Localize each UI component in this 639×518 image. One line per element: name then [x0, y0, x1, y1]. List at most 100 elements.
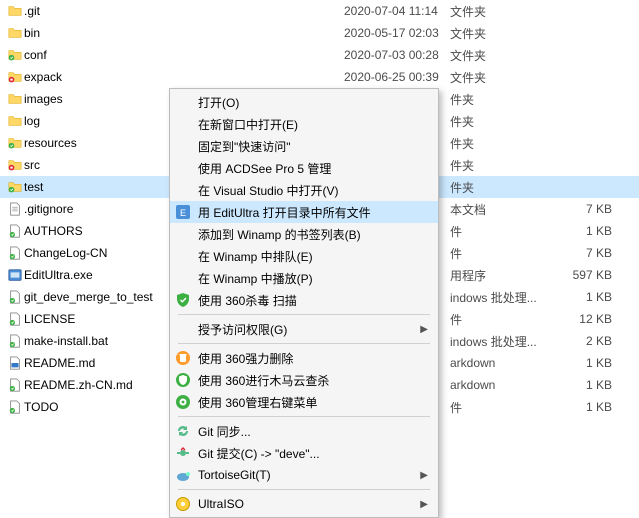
file-name: expack: [24, 70, 344, 84]
blank-icon: [174, 115, 192, 133]
file-green-icon: [6, 246, 24, 260]
file-date: 2020-07-03 00:28: [344, 48, 450, 62]
file-type: 用程序: [450, 267, 560, 284]
file-type: 文件夹: [450, 47, 560, 64]
file-green-icon: [6, 334, 24, 348]
menu-item[interactable]: 在 Winamp 中排队(E): [170, 245, 438, 267]
menu-item[interactable]: TortoiseGit(T)▶: [170, 464, 438, 486]
ultraiso-icon: [174, 495, 192, 513]
file-type: 件: [450, 399, 560, 416]
file-type: 本文档: [450, 201, 560, 218]
submenu-arrow-icon: ▶: [420, 499, 428, 510]
menu-item-label: 在 Winamp 中排队(E): [198, 248, 428, 265]
menu-item[interactable]: 在 Visual Studio 中打开(V): [170, 179, 438, 201]
menu-item-label: 固定到"快速访问": [198, 138, 428, 155]
blank-icon: [174, 320, 192, 338]
file-type: 件: [450, 223, 560, 240]
menu-separator: [178, 489, 430, 490]
file-type: 文件夹: [450, 3, 560, 20]
md-icon: [6, 356, 24, 370]
git-commit-icon: [174, 444, 192, 462]
menu-item-label: 使用 360杀毒 扫描: [198, 292, 428, 309]
exe-icon: [6, 268, 24, 282]
menu-item[interactable]: UltraISO ▶: [170, 493, 438, 515]
file-type: arkdown: [450, 356, 560, 370]
folder-red-icon: [6, 70, 24, 84]
menu-item[interactable]: 在新窗口中打开(E): [170, 113, 438, 135]
menu-item-label: 使用 ACDSee Pro 5 管理: [198, 160, 428, 177]
file-type: 件夹: [450, 91, 560, 108]
file-size: 1 KB: [560, 290, 620, 304]
file-date: 2020-07-04 11:14: [344, 4, 450, 18]
shield-360-icon: [174, 371, 192, 389]
file-green-icon: [6, 400, 24, 414]
file-type: 件夹: [450, 113, 560, 130]
svg-text:E: E: [180, 208, 186, 218]
menu-item[interactable]: 使用 360强力删除: [170, 347, 438, 369]
blank-icon: [174, 247, 192, 265]
submenu-arrow-icon: ▶: [420, 324, 428, 335]
file-text-icon: [6, 202, 24, 216]
file-name: bin: [24, 26, 344, 40]
menu-item-label: 使用 360强力删除: [198, 350, 428, 367]
file-green-icon: [6, 312, 24, 326]
menu-item-label: 使用 360进行木马云查杀: [198, 372, 428, 389]
menu-item-label: UltraISO: [198, 497, 414, 511]
menu-separator: [178, 314, 430, 315]
blank-icon: [174, 225, 192, 243]
file-name: conf: [24, 48, 344, 62]
git-sync-icon: [174, 422, 192, 440]
file-row[interactable]: .git2020-07-04 11:14文件夹: [0, 0, 639, 22]
file-green-icon: [6, 290, 24, 304]
file-size: 597 KB: [560, 268, 620, 282]
file-green-icon: [6, 378, 24, 392]
menu-item[interactable]: 固定到"快速访问": [170, 135, 438, 157]
file-date: 2020-06-25 00:39: [344, 70, 450, 84]
file-row[interactable]: conf2020-07-03 00:28文件夹: [0, 44, 639, 66]
menu-item-label: 添加到 Winamp 的书签列表(B): [198, 226, 428, 243]
file-size: 2 KB: [560, 334, 620, 348]
file-size: 7 KB: [560, 202, 620, 216]
menu-item[interactable]: 添加到 Winamp 的书签列表(B): [170, 223, 438, 245]
menu-item[interactable]: 使用 360管理右键菜单: [170, 391, 438, 413]
file-size: 1 KB: [560, 356, 620, 370]
menu-item[interactable]: Git 提交(C) -> "deve"...: [170, 442, 438, 464]
gear-360-icon: [174, 393, 192, 411]
file-size: 12 KB: [560, 312, 620, 326]
blank-icon: [174, 269, 192, 287]
file-green-icon: [6, 224, 24, 238]
file-size: 1 KB: [560, 400, 620, 414]
blank-icon: [174, 137, 192, 155]
file-type: 文件夹: [450, 69, 560, 86]
file-type: indows 批处理...: [450, 333, 560, 350]
file-type: 件夹: [450, 135, 560, 152]
folder-green-icon: [6, 48, 24, 62]
tortoise-icon: [174, 466, 192, 484]
menu-item[interactable]: Git 同步...: [170, 420, 438, 442]
menu-item[interactable]: 使用 360杀毒 扫描: [170, 289, 438, 311]
folder-yellow-icon: [6, 114, 24, 128]
file-name: .git: [24, 4, 344, 18]
menu-item[interactable]: 使用 ACDSee Pro 5 管理: [170, 157, 438, 179]
menu-separator: [178, 343, 430, 344]
menu-separator: [178, 416, 430, 417]
file-type: 文件夹: [450, 25, 560, 42]
menu-item[interactable]: 在 Winamp 中播放(P): [170, 267, 438, 289]
file-row[interactable]: expack2020-06-25 00:39文件夹: [0, 66, 639, 88]
folder-yellow-icon: [6, 92, 24, 106]
menu-item-label: 在 Winamp 中播放(P): [198, 270, 428, 287]
folder-green-icon: [6, 136, 24, 150]
menu-item-label: 打开(O): [198, 94, 428, 111]
file-row[interactable]: bin2020-05-17 02:03文件夹: [0, 22, 639, 44]
menu-item[interactable]: 授予访问权限(G)▶: [170, 318, 438, 340]
menu-item[interactable]: 使用 360进行木马云查杀: [170, 369, 438, 391]
file-date: 2020-05-17 02:03: [344, 26, 450, 40]
menu-item[interactable]: 打开(O): [170, 91, 438, 113]
file-size: 1 KB: [560, 224, 620, 238]
menu-item-label: 用 EditUltra 打开目录中所有文件: [198, 204, 428, 221]
menu-item[interactable]: E 用 EditUltra 打开目录中所有文件: [170, 201, 438, 223]
file-type: 件夹: [450, 157, 560, 174]
file-size: 1 KB: [560, 378, 620, 392]
menu-item-label: 在新窗口中打开(E): [198, 116, 428, 133]
file-type: 件: [450, 245, 560, 262]
